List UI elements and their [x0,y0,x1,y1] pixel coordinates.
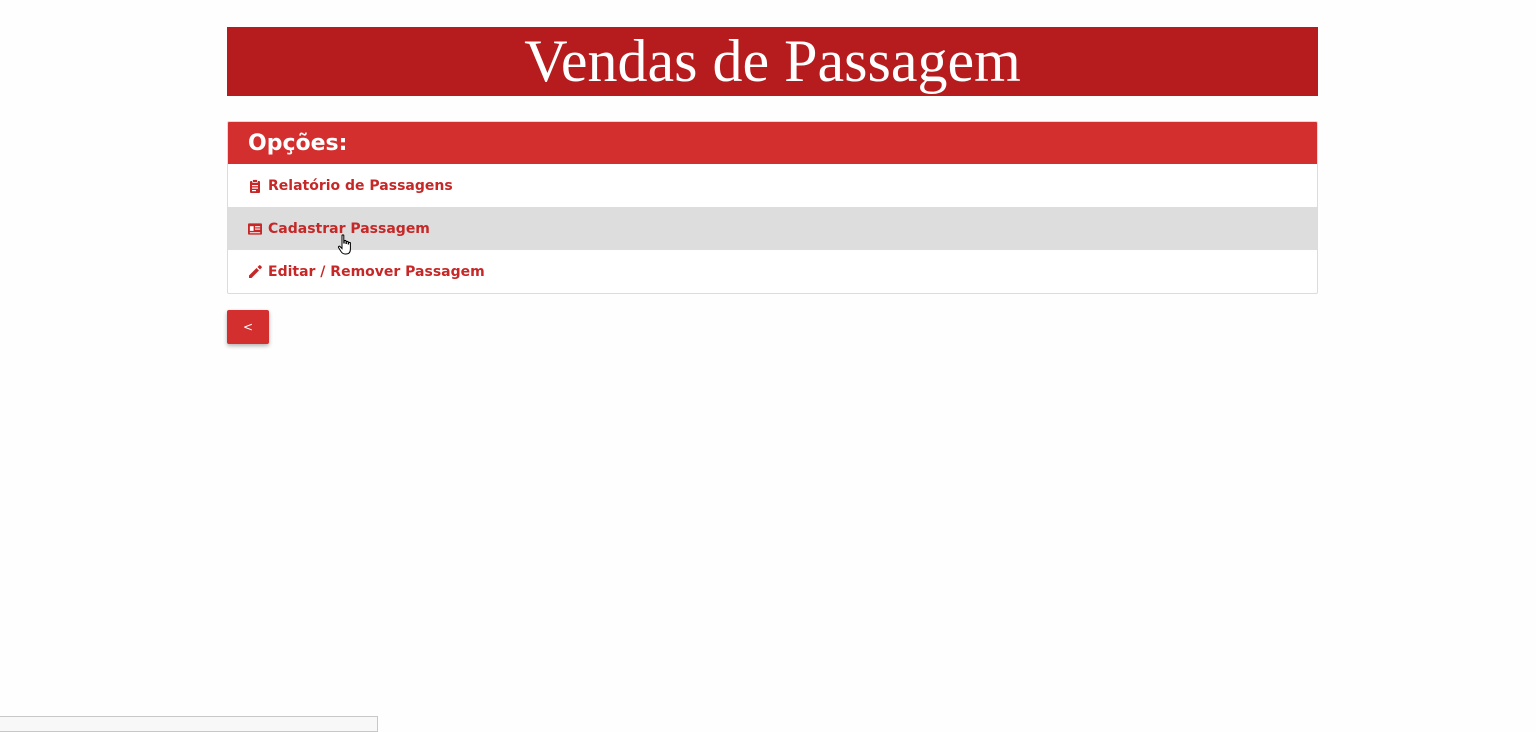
pencil-icon [248,265,262,279]
page-title: Vendas de Passagem [524,28,1021,94]
browser-status-bar [0,716,378,732]
menu-item-cadastrar-passagem[interactable]: Cadastrar Passagem [228,207,1317,250]
page-title-banner: Vendas de Passagem [227,27,1318,96]
clipboard-icon [248,178,262,193]
menu-item-label: Relatório de Passagens [268,177,453,194]
options-panel-title: Opções: [248,131,348,156]
options-panel: Opções: Relatório de Passagens Cadastrar [227,121,1318,294]
id-card-icon [248,222,262,236]
menu-item-editar-remover-passagem[interactable]: Editar / Remover Passagem [228,250,1317,293]
options-panel-header: Opções: [228,122,1317,164]
back-button[interactable]: < [227,310,269,344]
hand-cursor-icon [337,234,355,258]
menu-item-relatorio-passagens[interactable]: Relatório de Passagens [228,164,1317,207]
menu-item-label: Editar / Remover Passagem [268,263,485,280]
